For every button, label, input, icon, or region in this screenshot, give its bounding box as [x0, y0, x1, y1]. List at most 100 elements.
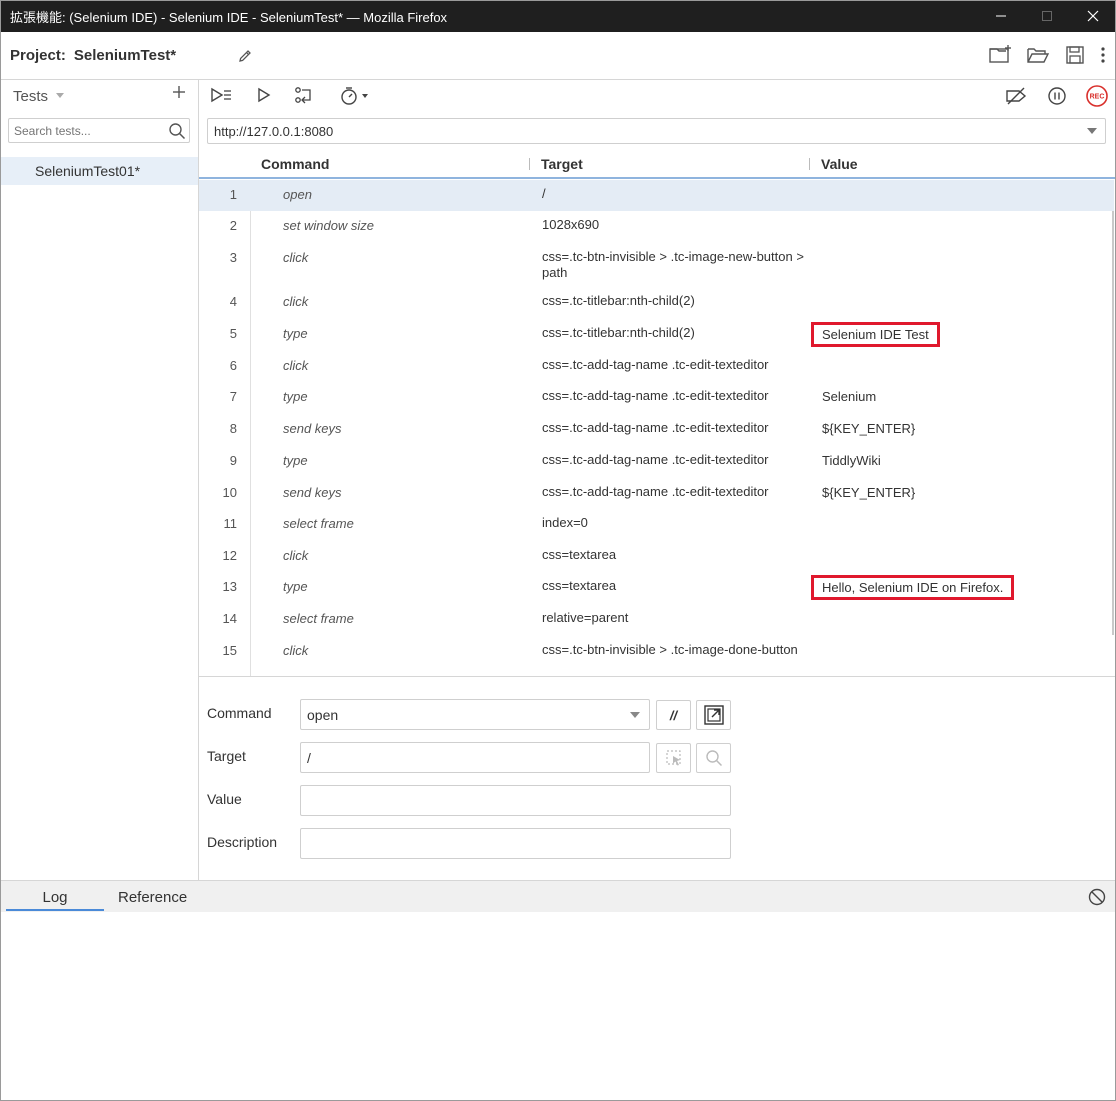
table-row[interactable]: 6 click css=.tc-add-tag-name .tc-edit-text…: [199, 351, 1114, 382]
select-element-icon: [665, 750, 681, 766]
table-row[interactable]: 4 click css=.tc-titlebar:nth-child(2): [199, 287, 1114, 319]
chevron-down-icon[interactable]: [630, 712, 640, 718]
header-command: Command: [261, 156, 330, 172]
row-command: click: [283, 294, 309, 309]
save-icon[interactable]: [1064, 44, 1086, 66]
row-command: send keys: [283, 421, 342, 436]
row-value: ${KEY_ENTER}: [822, 485, 916, 500]
row-number: 15: [222, 643, 237, 658]
target-label: Target: [207, 748, 246, 764]
test-item-label: SeleniumTest01*: [35, 163, 141, 179]
table-row[interactable]: 15 click css=.tc-btn-invisible > .tc-image…: [199, 636, 1114, 668]
table-row[interactable]: 1 open /: [199, 180, 1114, 211]
row-command: send keys: [283, 485, 342, 500]
tab-reference[interactable]: Reference: [118, 889, 187, 906]
step-over-icon[interactable]: [294, 86, 314, 104]
table-row[interactable]: 10 send keys css=.tc-add-tag-name .tc-edit…: [199, 478, 1114, 509]
chevron-down-icon[interactable]: [1087, 128, 1097, 134]
record-label: REC: [1090, 94, 1105, 101]
run-all-tests-icon[interactable]: [210, 86, 232, 104]
table-row[interactable]: 3 click css=.tc-btn-invisible > .tc-image-…: [199, 243, 1114, 287]
row-number: 11: [223, 516, 238, 531]
value-input[interactable]: [300, 785, 731, 816]
tests-header[interactable]: Tests: [0, 80, 198, 112]
minimize-button[interactable]: [978, 0, 1024, 32]
window-title: 拡張機能: (Selenium IDE) - Selenium IDE - Se…: [10, 9, 448, 25]
table-row[interactable]: 11 select frame index=0: [199, 509, 1114, 541]
comment-toggle-label: //: [669, 707, 678, 723]
table-row[interactable]: 12 click css=textarea: [199, 541, 1114, 572]
row-command: type: [283, 389, 308, 404]
row-number: 2: [229, 218, 237, 233]
row-target: css=.tc-btn-invisible > .tc-image-new-bu…: [542, 249, 804, 280]
row-command: click: [283, 358, 309, 373]
row-number: 7: [229, 389, 237, 404]
speed-timer-icon[interactable]: [340, 86, 370, 106]
pause-icon[interactable]: [1047, 86, 1067, 106]
new-project-icon[interactable]: [988, 44, 1012, 66]
tab-log[interactable]: Log: [6, 889, 104, 911]
row-target: css=textarea: [542, 547, 617, 562]
table-row[interactable]: 9 type css=.tc-add-tag-name .tc-edit-texte…: [199, 446, 1114, 478]
row-target: css=.tc-add-tag-name .tc-edit-texteditor: [542, 357, 769, 372]
column-divider[interactable]: [809, 158, 810, 170]
search-icon[interactable]: [168, 122, 186, 140]
row-command: click: [283, 250, 309, 265]
target-input-value: /: [307, 749, 311, 766]
row-command: type: [283, 579, 308, 594]
row-command: set window size: [283, 218, 375, 233]
log-panel-tabs: Log Reference: [0, 880, 1116, 912]
base-url-select[interactable]: http://127.0.0.1:8080: [207, 118, 1106, 144]
test-item-selected[interactable]: SeleniumTest01*: [0, 157, 198, 185]
disable-breakpoints-icon[interactable]: [1004, 86, 1028, 106]
row-number: 10: [222, 485, 237, 500]
find-target-button[interactable]: [696, 743, 731, 773]
record-icon[interactable]: REC: [1085, 84, 1109, 108]
chevron-down-icon: [56, 93, 65, 98]
select-target-button[interactable]: [656, 743, 691, 773]
commands-table-body: 1 open / 2 set window size 1028x690 3 click css=…: [199, 180, 1116, 677]
table-row[interactable]: 7 type css=.tc-add-tag-name .tc-edit-texte…: [199, 382, 1114, 414]
row-target: index=0: [542, 515, 588, 530]
tests-header-label: Tests: [13, 87, 49, 105]
description-input[interactable]: [300, 828, 731, 859]
pencil-icon[interactable]: [237, 48, 253, 64]
clear-log-icon[interactable]: [1088, 888, 1106, 906]
open-reference-button[interactable]: [696, 700, 731, 730]
window-titlebar: 拡張機能: (Selenium IDE) - Selenium IDE - Se…: [0, 0, 1116, 32]
description-label: Description: [207, 834, 278, 850]
command-input-value: open: [307, 706, 339, 723]
add-test-icon[interactable]: [172, 85, 186, 99]
row-target: css=.tc-add-tag-name .tc-edit-texteditor: [542, 484, 769, 499]
row-number: 9: [229, 453, 237, 468]
close-button[interactable]: [1070, 0, 1116, 32]
command-input[interactable]: open: [300, 699, 650, 730]
table-row[interactable]: 2 set window size 1028x690: [199, 211, 1114, 243]
row-value: Selenium IDE Test: [811, 322, 940, 347]
row-value: Hello, Selenium IDE on Firefox.: [811, 575, 1015, 600]
row-command: select frame: [283, 516, 354, 531]
toggle-comment-button[interactable]: //: [656, 700, 691, 730]
table-row[interactable]: 8 send keys css=.tc-add-tag-name .tc-edit-…: [199, 414, 1114, 446]
test-toolbar: REC: [199, 80, 1116, 112]
row-target: /: [542, 186, 546, 201]
row-number: 8: [229, 421, 237, 436]
more-vert-icon[interactable]: [1100, 45, 1106, 65]
log-output: [0, 912, 1116, 1101]
project-header: Project: SeleniumTest*: [0, 32, 1116, 80]
run-current-test-icon[interactable]: [256, 86, 272, 104]
target-input[interactable]: /: [300, 742, 650, 773]
row-command: type: [283, 326, 308, 341]
search-tests-input[interactable]: [14, 123, 164, 138]
table-row[interactable]: 14 select frame relative=parent: [199, 604, 1114, 636]
table-row[interactable]: 5 type css=.tc-titlebar:nth-child(2) Seleni…: [199, 319, 1114, 351]
project-name[interactable]: SeleniumTest*: [72, 41, 257, 71]
column-divider[interactable]: [529, 158, 530, 170]
open-in-new-icon: [703, 705, 724, 725]
open-folder-icon[interactable]: [1026, 44, 1050, 66]
row-value: Selenium: [822, 389, 877, 404]
row-number: 13: [222, 579, 237, 594]
maximize-button[interactable]: [1024, 0, 1070, 32]
table-row[interactable]: 13 type css=textarea Hello, Selenium IDE on…: [199, 572, 1114, 604]
project-actions: [988, 44, 1106, 66]
